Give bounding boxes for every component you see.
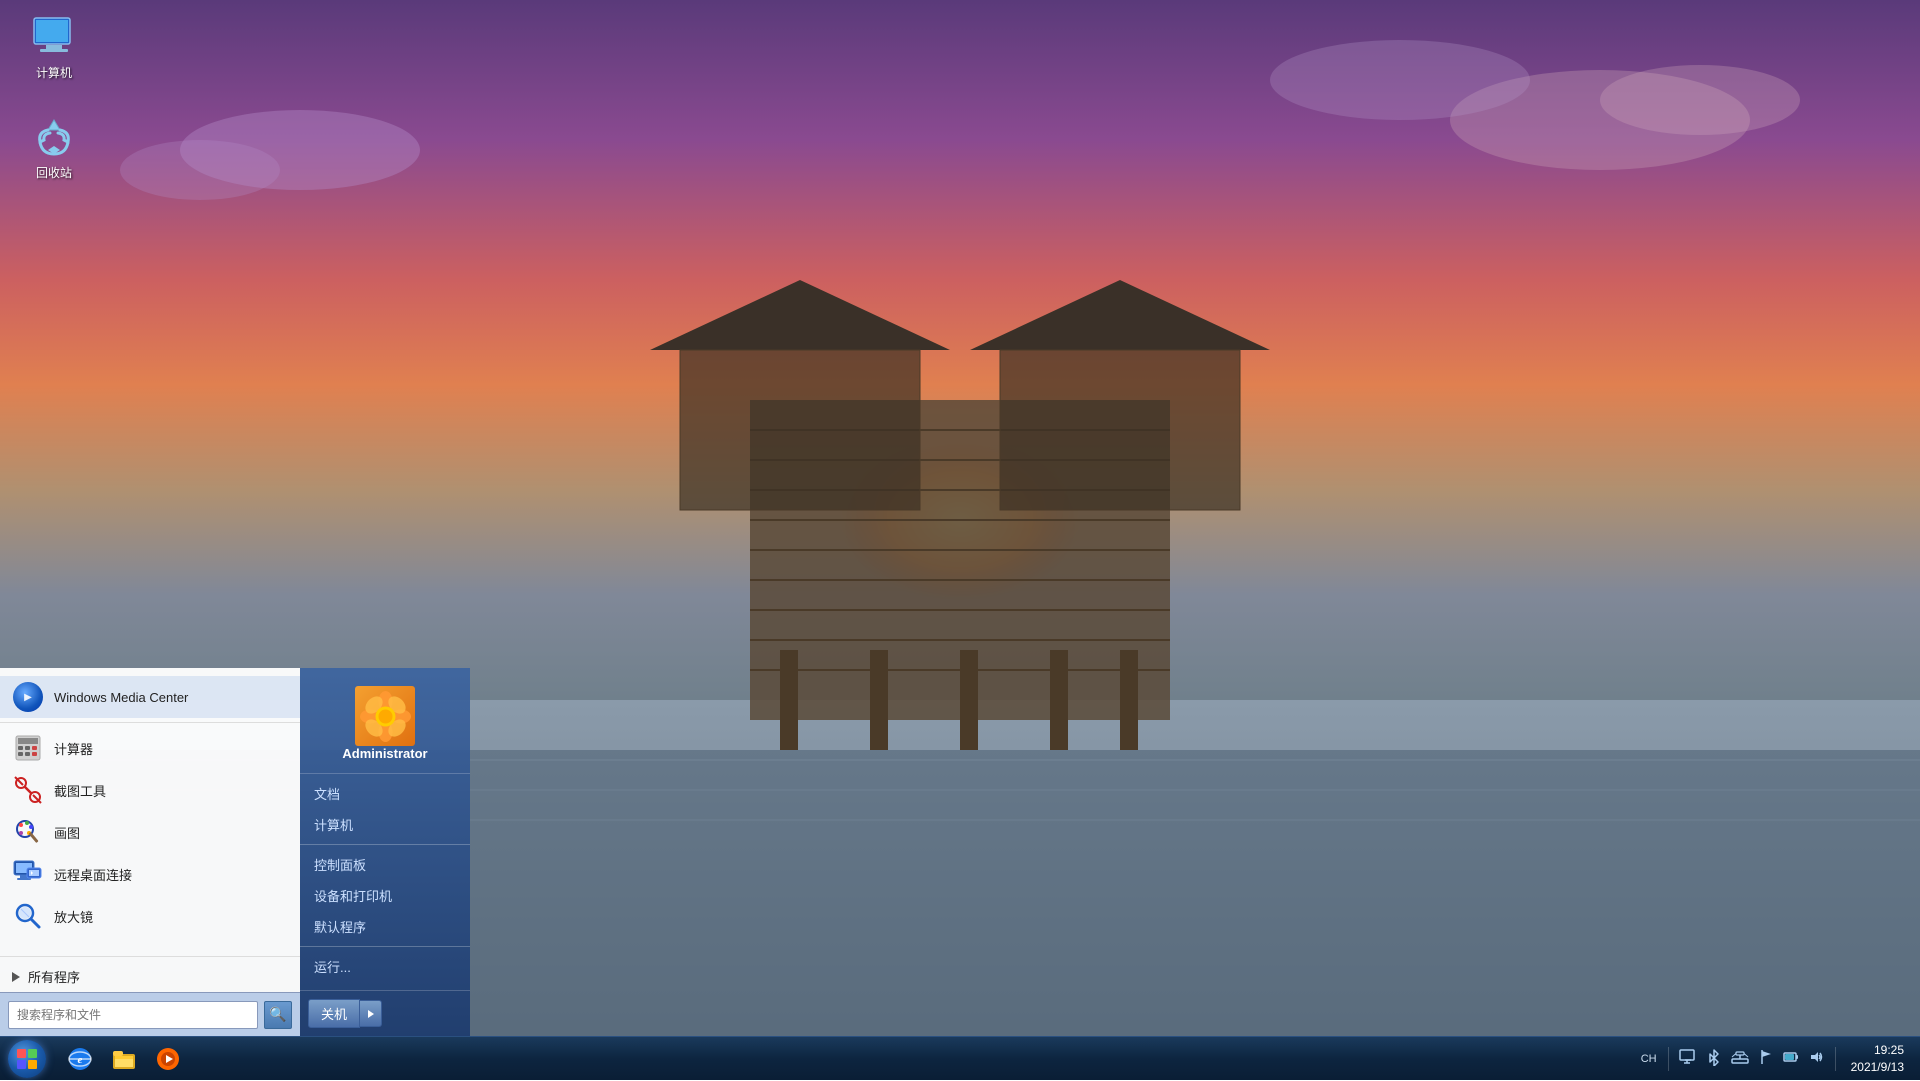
start-menu-main: Windows Media Center — [0, 668, 470, 1036]
shutdown-button[interactable]: 关机 — [308, 999, 360, 1028]
start-apps-list: Windows Media Center — [0, 668, 300, 952]
system-tray: CH — [1637, 1042, 1920, 1076]
tray-language[interactable]: CH — [1637, 1053, 1661, 1065]
tray-display-icon[interactable] — [1676, 1049, 1700, 1068]
all-programs-item[interactable]: 所有程序 — [0, 961, 300, 992]
taskbar-wmp-icon[interactable] — [148, 1039, 188, 1079]
start-button[interactable] — [0, 1037, 54, 1081]
rdp-label: 远程桌面连接 — [54, 865, 132, 884]
start-right-run[interactable]: 运行... — [300, 951, 470, 982]
taskbar-explorer-icon[interactable] — [104, 1039, 144, 1079]
taskbar: e CH — [0, 1036, 1920, 1080]
start-app-calc[interactable]: 计算器 — [0, 727, 300, 769]
desktop-icon-computer[interactable]: 计算机 — [14, 10, 94, 86]
shutdown-row: 关机 — [300, 990, 470, 1028]
start-menu-right: Administrator 文档 计算机 控制面板 设备和打印机 默认程序 运行… — [300, 668, 470, 1036]
start-orb — [8, 1040, 46, 1078]
all-programs-label: 所有程序 — [28, 967, 80, 986]
svg-text:e: e — [78, 1054, 83, 1066]
tray-sep1 — [1668, 1047, 1669, 1071]
search-button[interactable]: 🔍 — [264, 1001, 292, 1029]
clock-date: 2021/9/13 — [1851, 1059, 1904, 1076]
desktop-icon-recycle[interactable]: 回收站 — [14, 110, 94, 186]
tray-network-icon[interactable] — [1728, 1049, 1752, 1068]
start-search-bar: 🔍 — [0, 992, 300, 1036]
start-separator-1 — [0, 722, 300, 723]
start-menu-left: Windows Media Center — [0, 668, 300, 1036]
start-app-rdp[interactable]: 远程桌面连接 — [0, 853, 300, 895]
shutdown-arrow-icon — [368, 1010, 374, 1018]
start-app-paint[interactable]: 画图 — [0, 811, 300, 853]
start-right-control-panel[interactable]: 控制面板 — [300, 849, 470, 880]
shutdown-arrow-button[interactable] — [360, 1000, 382, 1027]
start-app-magnifier[interactable]: 放大镜 — [0, 895, 300, 937]
start-right-sep1 — [300, 844, 470, 845]
calc-icon — [12, 732, 44, 764]
computer-icon-label: 计算机 — [36, 66, 72, 82]
start-separator-2 — [0, 956, 300, 957]
arrow-icon — [12, 972, 20, 982]
clock-time: 19:25 — [1851, 1042, 1904, 1059]
computer-icon — [30, 14, 78, 62]
tray-sep2 — [1835, 1047, 1836, 1071]
start-right-sep2 — [300, 946, 470, 947]
user-avatar[interactable] — [355, 686, 415, 746]
recycle-icon — [30, 114, 78, 162]
paint-label: 画图 — [54, 823, 80, 842]
wmc-label: Windows Media Center — [54, 690, 188, 705]
wmc-icon — [12, 681, 44, 713]
tray-bluetooth-icon[interactable] — [1704, 1048, 1724, 1069]
start-right-default-programs[interactable]: 默认程序 — [300, 911, 470, 942]
snip-label: 截图工具 — [54, 781, 106, 800]
paint-icon — [12, 816, 44, 848]
user-area: Administrator — [300, 676, 470, 774]
search-input[interactable] — [8, 1001, 258, 1029]
magnifier-icon — [12, 900, 44, 932]
rdp-icon — [12, 858, 44, 890]
start-app-snip[interactable]: 截图工具 — [0, 769, 300, 811]
clock-area[interactable]: 19:25 2021/9/13 — [1843, 1042, 1912, 1076]
windows-logo-icon — [17, 1049, 37, 1069]
start-right-devices[interactable]: 设备和打印机 — [300, 880, 470, 911]
taskbar-pinned-items: e — [58, 1039, 190, 1079]
start-menu: Windows Media Center — [0, 668, 470, 1036]
taskbar-ie-icon[interactable]: e — [60, 1039, 100, 1079]
calc-label: 计算器 — [54, 739, 93, 758]
tray-flag-icon[interactable] — [1756, 1049, 1776, 1068]
recycle-icon-label: 回收站 — [36, 166, 72, 182]
magnifier-label: 放大镜 — [54, 907, 93, 926]
snip-icon — [12, 774, 44, 806]
tray-volume-icon[interactable] — [1806, 1049, 1828, 1068]
tray-power-icon[interactable] — [1780, 1049, 1802, 1068]
start-app-wmc[interactable]: Windows Media Center — [0, 676, 300, 718]
start-right-documents[interactable]: 文档 — [300, 778, 470, 809]
start-right-computer[interactable]: 计算机 — [300, 809, 470, 840]
username: Administrator — [342, 746, 427, 761]
